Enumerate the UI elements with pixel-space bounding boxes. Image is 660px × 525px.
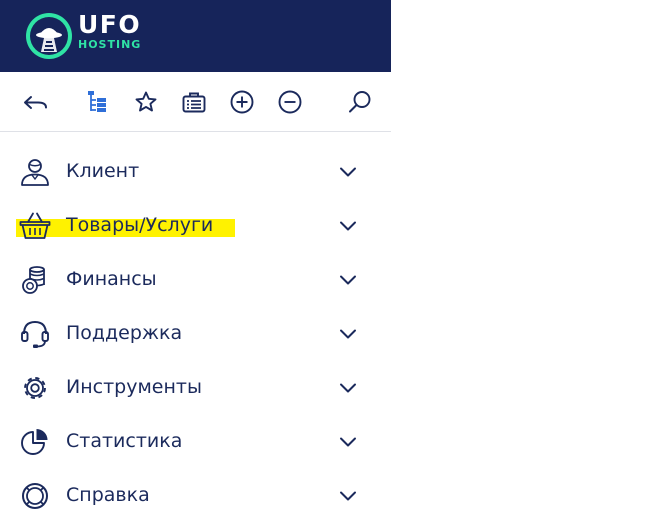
lifebuoy-icon: [19, 481, 51, 511]
plus-circle-icon: [230, 90, 254, 114]
briefcase-icon: [182, 92, 206, 113]
tree-view-button[interactable]: [84, 88, 112, 116]
menu-item-label: Поддержка: [66, 322, 183, 344]
brand-name-hosting: HOSTING: [78, 38, 142, 51]
favorites-button[interactable]: [132, 88, 160, 116]
headset-icon: [19, 319, 51, 349]
back-button[interactable]: [21, 88, 49, 116]
chevron-down-icon[interactable]: [338, 270, 358, 290]
back-arrow-icon: [24, 96, 47, 109]
menu-item-tools[interactable]: Инструменты: [0, 360, 391, 414]
menu-item-label: Инструменты: [66, 376, 202, 398]
menu-item-finance[interactable]: Финансы: [0, 252, 391, 306]
pie-chart-icon: [19, 427, 51, 457]
ufo-logo-icon[interactable]: [25, 12, 73, 60]
brand-name-ufo: UFO: [78, 10, 142, 39]
menu-item-help[interactable]: Справка: [0, 468, 391, 522]
minus-circle-icon: [278, 90, 302, 114]
menu-item-label: Справка: [66, 484, 150, 506]
expand-all-button[interactable]: [228, 88, 256, 116]
user-icon: [19, 157, 51, 187]
search-button[interactable]: [346, 88, 374, 116]
brand-header: UFO HOSTING: [0, 0, 391, 72]
chevron-down-icon[interactable]: [338, 486, 358, 506]
chevron-down-icon[interactable]: [338, 162, 358, 182]
brand-name: UFO HOSTING: [78, 12, 141, 52]
search-icon: [349, 91, 371, 113]
chevron-down-icon[interactable]: [338, 216, 358, 236]
toolbar: [0, 72, 391, 132]
coins-icon: [19, 265, 51, 295]
chevron-down-icon[interactable]: [338, 378, 358, 398]
menu-item-label: Финансы: [66, 268, 157, 290]
chevron-down-icon[interactable]: [338, 432, 358, 452]
collapse-all-button[interactable]: [276, 88, 304, 116]
menu-item-products-services[interactable]: Товары/Услуги: [0, 198, 391, 252]
menu-item-label: Статистика: [66, 430, 183, 452]
basket-icon: [19, 211, 51, 241]
tree-icon: [88, 91, 106, 112]
services-button[interactable]: [180, 88, 208, 116]
menu-item-statistics[interactable]: Статистика: [0, 414, 391, 468]
menu-item-label: Товары/Услуги: [66, 214, 214, 236]
menu-item-client[interactable]: Клиент: [0, 144, 391, 198]
menu-item-support[interactable]: Поддержка: [0, 306, 391, 360]
gear-icon: [19, 373, 51, 403]
menu-item-label: Клиент: [66, 160, 140, 182]
star-icon: [135, 91, 157, 112]
sidebar: UFO HOSTING Клиент Товары/Услуги Финансы…: [0, 0, 391, 525]
chevron-down-icon[interactable]: [338, 324, 358, 344]
